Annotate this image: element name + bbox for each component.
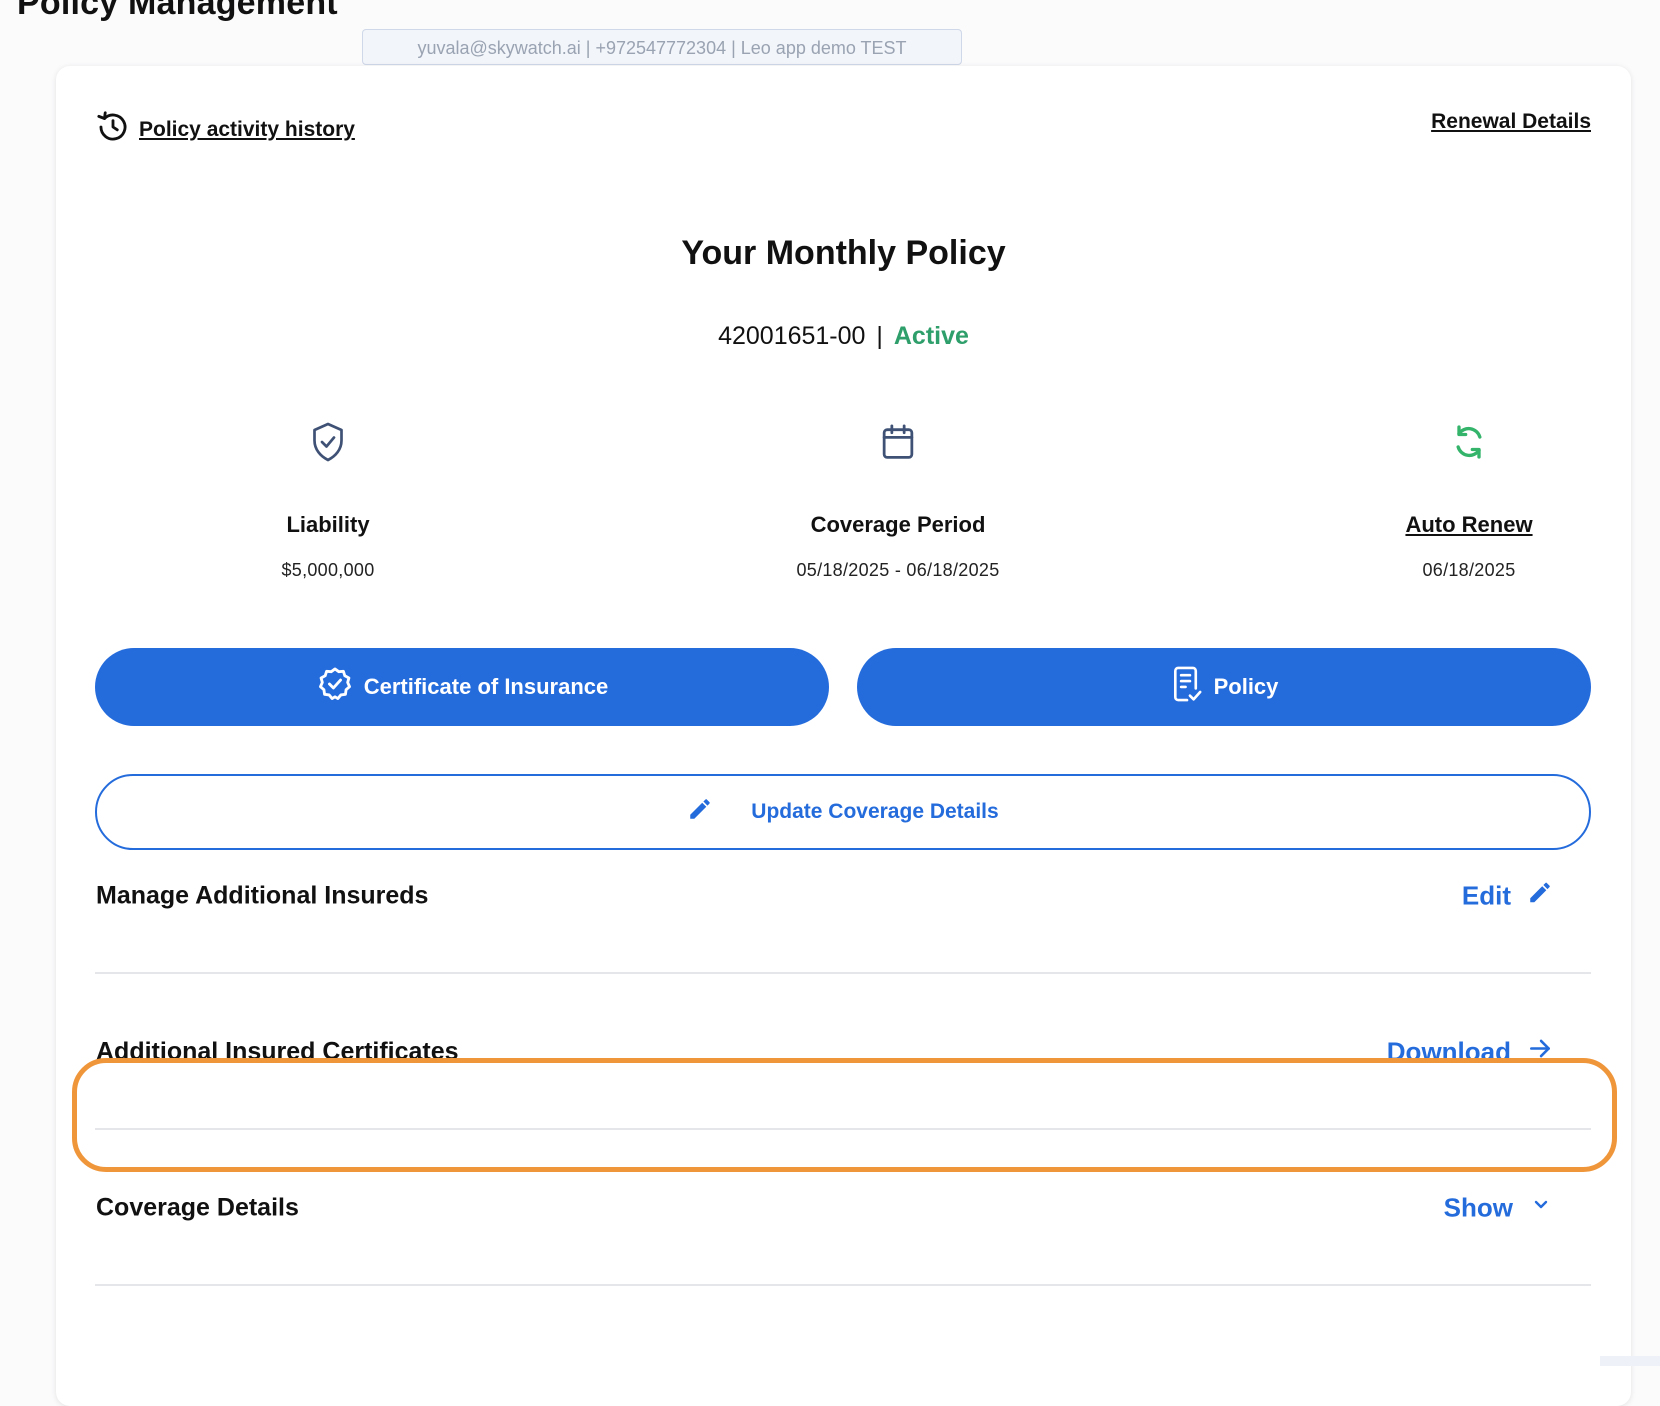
- manage-additional-insureds-row: Manage Additional Insureds Edit: [95, 846, 1591, 946]
- status-badge: Active: [893, 322, 969, 350]
- policy-status-line: 42001651-00 | Active: [56, 322, 1631, 351]
- page-title: Policy Management: [17, 0, 338, 22]
- policy-activity-history-link[interactable]: Policy activity history: [96, 110, 355, 150]
- policy-number: 42001651-00: [718, 322, 866, 350]
- coverage-period-value: 05/18/2025 - 06/18/2025: [796, 560, 1000, 580]
- chevron-down-icon: [1529, 1193, 1553, 1224]
- liability-label: Liability: [286, 512, 370, 537]
- policy-button-label: Policy: [1213, 674, 1279, 699]
- edit-additional-insureds-button[interactable]: Edit: [1462, 880, 1553, 913]
- policy-title: Your Monthly Policy: [681, 234, 1006, 272]
- coverage-period-label: Coverage Period: [810, 512, 986, 537]
- update-coverage-details-button[interactable]: Update Coverage Details: [95, 774, 1591, 850]
- auto-renew-date: 06/18/2025: [1422, 560, 1516, 580]
- certificate-of-insurance-label: Certificate of Insurance: [363, 674, 609, 699]
- scroll-edge: [1600, 1356, 1660, 1366]
- policy-separator: |: [876, 322, 883, 350]
- refresh-icon: [1259, 418, 1660, 466]
- edit-label: Edit: [1461, 880, 1511, 911]
- arrow-right-icon: [1527, 1036, 1553, 1069]
- policy-button[interactable]: Policy: [857, 648, 1591, 726]
- liability-stat: Liability $5,000,000: [118, 418, 538, 581]
- coverage-details-row: Coverage Details Show: [95, 1158, 1591, 1258]
- liability-value: $5,000,000: [281, 560, 375, 580]
- divider: [95, 1128, 1591, 1130]
- coverage-details-label: Coverage Details: [96, 1193, 299, 1222]
- auto-renew-stat: Auto Renew 06/18/2025: [1259, 418, 1660, 581]
- update-coverage-details-label: Update Coverage Details: [751, 800, 999, 823]
- show-label: Show: [1443, 1192, 1513, 1223]
- auto-renew-link[interactable]: Auto Renew: [1259, 512, 1660, 538]
- coverage-period-stat: Coverage Period 05/18/2025 - 06/18/2025: [688, 418, 1108, 581]
- calendar-icon: [688, 418, 1108, 466]
- download-certificates-button[interactable]: Download: [1387, 1036, 1553, 1069]
- show-coverage-details-button[interactable]: Show: [1444, 1193, 1553, 1224]
- renewal-details-link[interactable]: Renewal Details: [1431, 110, 1591, 134]
- pencil-icon: [1527, 880, 1553, 913]
- history-icon: [96, 110, 130, 150]
- pencil-icon: [687, 796, 713, 828]
- certificate-of-insurance-button[interactable]: Certificate of Insurance: [95, 648, 829, 726]
- manage-additional-insureds-label: Manage Additional Insureds: [96, 881, 429, 910]
- user-info-banner: yuvala@skywatch.ai | +972547772304 | Leo…: [362, 29, 962, 65]
- badge-check-icon: [316, 665, 354, 709]
- shield-check-icon: [118, 418, 538, 466]
- download-label: Download: [1386, 1036, 1511, 1067]
- divider: [95, 1284, 1591, 1286]
- additional-insured-certificates-label: Additional Insured Certificates: [96, 1037, 459, 1066]
- additional-insured-certificates-row: Additional Insured Certificates Download: [95, 1002, 1591, 1102]
- policy-activity-history-label: Policy activity history: [139, 118, 355, 141]
- document-check-icon: [1170, 665, 1204, 709]
- divider: [95, 972, 1591, 974]
